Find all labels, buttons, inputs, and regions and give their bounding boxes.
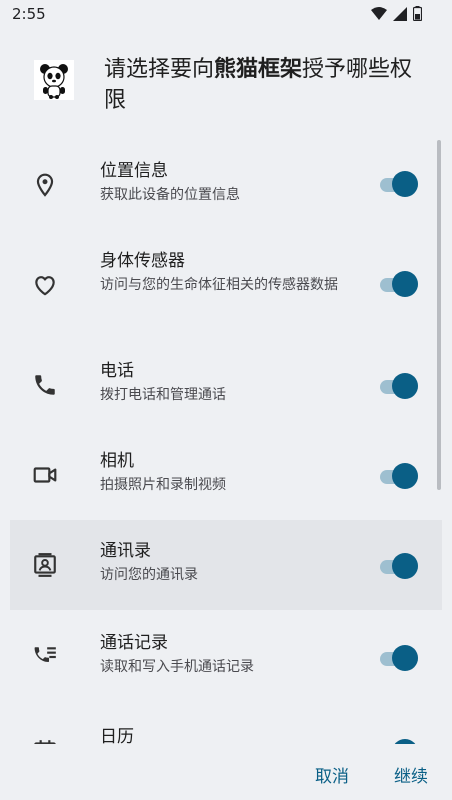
location-toggle[interactable] xyxy=(380,170,420,198)
permission-row-camera[interactable]: 相机 拍摄照片和录制视频 xyxy=(10,430,442,520)
continue-button[interactable]: 继续 xyxy=(394,762,428,787)
battery-icon xyxy=(413,6,422,21)
status-icons xyxy=(371,6,422,21)
contacts-icon xyxy=(34,553,56,577)
contacts-toggle[interactable] xyxy=(380,552,420,580)
phone-icon xyxy=(35,375,55,395)
permission-description: 获取此设备的位置信息 xyxy=(100,187,240,203)
permission-label: 通讯录 xyxy=(100,541,151,561)
permission-description: 访问与您的生命体征相关的传感器数据 xyxy=(100,277,338,293)
permission-row-calendar[interactable]: 日历 xyxy=(10,704,442,744)
camera-icon xyxy=(33,467,57,483)
call-log-icon xyxy=(34,647,56,662)
dialog-footer: 取消 继续 xyxy=(0,744,452,800)
permission-row-contacts[interactable]: 通讯录 访问您的通讯录 xyxy=(10,520,442,610)
permission-label: 相机 xyxy=(100,451,134,471)
status-time: 2:55 xyxy=(12,5,46,23)
panda-app-icon xyxy=(34,60,74,100)
permission-row-phone[interactable]: 电话 拨打电话和管理通话 xyxy=(10,338,442,430)
wifi-icon xyxy=(371,6,387,20)
permission-description: 拨打电话和管理通话 xyxy=(100,387,226,403)
permission-description: 读取和写入手机通话记录 xyxy=(100,659,254,675)
body-sensors-toggle[interactable] xyxy=(380,270,420,298)
app-name: 熊猫框架 xyxy=(214,57,303,82)
permission-label: 通话记录 xyxy=(100,633,168,653)
phone-toggle[interactable] xyxy=(380,372,420,400)
permission-row-call-log[interactable]: 通话记录 读取和写入手机通话记录 xyxy=(10,610,442,704)
call-log-toggle[interactable] xyxy=(380,644,420,672)
permission-label: 位置信息 xyxy=(100,161,168,181)
permission-label: 日历 xyxy=(100,727,134,744)
status-bar: 2:55 xyxy=(0,0,452,28)
permission-row-body-sensors[interactable]: 身体传感器 访问与您的生命体征相关的传感器数据 xyxy=(10,234,442,338)
permission-row-location[interactable]: 位置信息 获取此设备的位置信息 xyxy=(10,136,442,234)
permission-description: 拍摄照片和录制视频 xyxy=(100,477,226,493)
dialog-title: 请选择要向熊猫框架授予哪些权限 xyxy=(104,54,424,116)
permission-label: 电话 xyxy=(100,361,134,381)
permission-label: 身体传感器 xyxy=(100,251,185,271)
heart-icon xyxy=(35,276,55,296)
camera-toggle[interactable] xyxy=(380,462,420,490)
location-pin-icon xyxy=(36,173,54,197)
cancel-button[interactable]: 取消 xyxy=(315,762,349,787)
title-prefix: 请选择要向 xyxy=(104,57,215,82)
signal-icon xyxy=(393,6,407,21)
permission-list[interactable]: 位置信息 获取此设备的位置信息 身体传感器 访问与您的生命体征相关的传感器数据 … xyxy=(10,136,442,744)
dialog-header: 请选择要向熊猫框架授予哪些权限 xyxy=(0,50,452,130)
scrollbar[interactable] xyxy=(437,140,441,490)
permission-description: 访问您的通讯录 xyxy=(100,567,198,583)
